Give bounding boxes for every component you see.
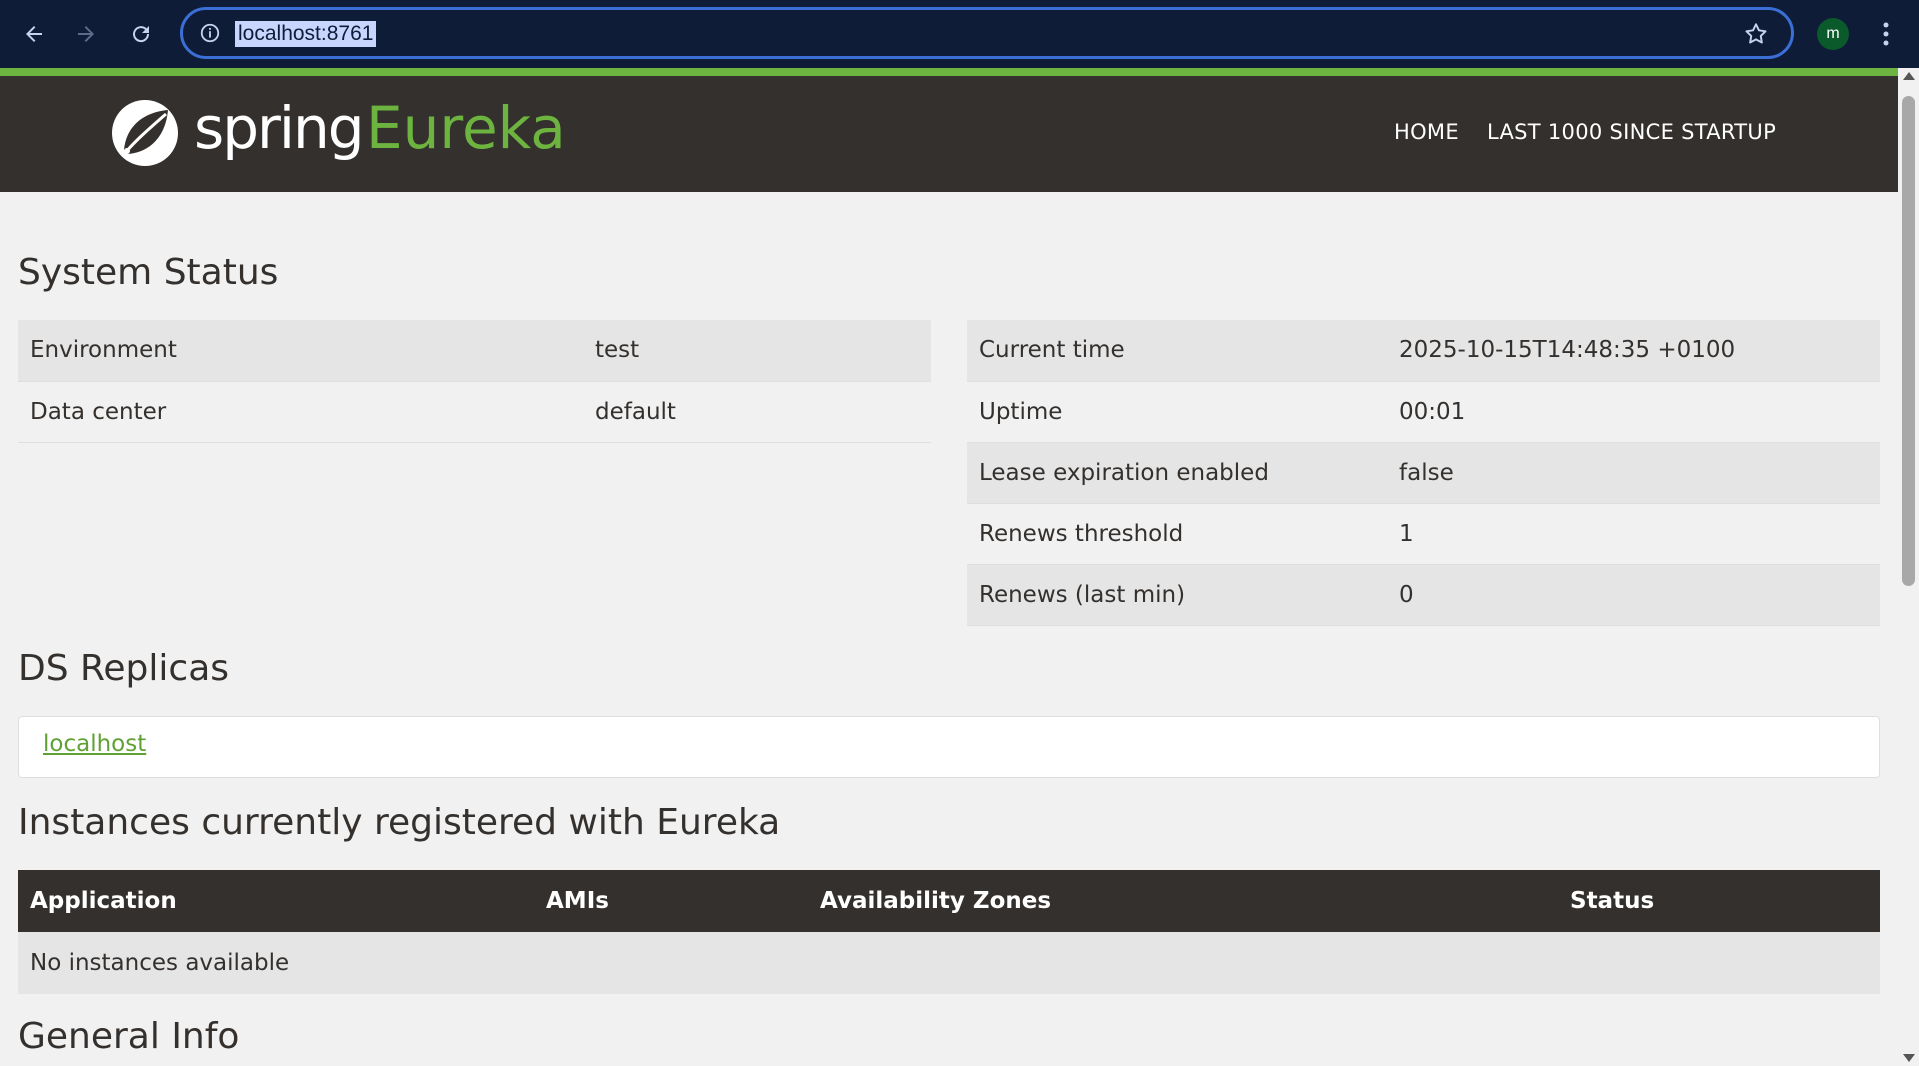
table-row: Renews (last min) 0 bbox=[967, 564, 1880, 626]
system-status-title: System Status bbox=[18, 252, 279, 293]
status-key: Renews (last min) bbox=[967, 564, 1387, 626]
table-row: Renews threshold 1 bbox=[967, 503, 1880, 565]
status-value: false bbox=[1387, 442, 1880, 504]
reload-icon bbox=[133, 26, 150, 43]
forward-button[interactable] bbox=[66, 14, 106, 54]
instances-table: Application AMIs Availability Zones Stat… bbox=[18, 870, 1880, 994]
status-value: 00:01 bbox=[1387, 381, 1880, 443]
spring-leaf-icon bbox=[112, 100, 178, 166]
header-accent-bar bbox=[0, 68, 1898, 76]
reload-button[interactable] bbox=[121, 14, 161, 54]
table-header-row: Application AMIs Availability Zones Stat… bbox=[18, 870, 1880, 932]
status-key: Data center bbox=[18, 381, 583, 443]
table-row: Lease expiration enabled false bbox=[967, 442, 1880, 504]
nav-last-1000-link[interactable]: LAST 1000 SINCE STARTUP bbox=[1487, 120, 1776, 144]
status-value: 2025-10-15T14:48:35 +0100 bbox=[1387, 320, 1880, 382]
info-icon[interactable] bbox=[199, 22, 221, 44]
replica-link[interactable]: localhost bbox=[43, 731, 146, 757]
scroll-down-arrow-icon[interactable] bbox=[1903, 1054, 1915, 1062]
scroll-thumb[interactable] bbox=[1902, 96, 1915, 586]
column-header-availability-zones: Availability Zones bbox=[808, 870, 1558, 932]
logo-eureka-text: Eureka bbox=[366, 94, 566, 162]
table-row: Environment test bbox=[18, 320, 931, 382]
profile-avatar[interactable]: m bbox=[1817, 18, 1849, 50]
empty-state-text: No instances available bbox=[18, 932, 1880, 994]
browser-toolbar: localhost:8761 m bbox=[0, 0, 1919, 68]
system-status-left-table: Environment test Data center default bbox=[18, 320, 931, 443]
status-key: Uptime bbox=[967, 381, 1387, 443]
instances-title: Instances currently registered with Eure… bbox=[18, 802, 781, 843]
vertical-scrollbar[interactable] bbox=[1898, 68, 1919, 1066]
status-key: Renews threshold bbox=[967, 503, 1387, 565]
arrow-right-icon bbox=[78, 26, 94, 42]
table-row: Data center default bbox=[18, 381, 931, 443]
column-header-status: Status bbox=[1558, 870, 1880, 932]
status-key: Current time bbox=[967, 320, 1387, 382]
general-info-title: General Info bbox=[18, 1016, 240, 1057]
column-header-application: Application bbox=[18, 870, 534, 932]
star-icon[interactable] bbox=[1743, 21, 1769, 47]
scroll-up-arrow-icon[interactable] bbox=[1903, 72, 1915, 80]
back-button[interactable] bbox=[14, 14, 54, 54]
ds-replicas-title: DS Replicas bbox=[18, 648, 230, 689]
status-value: test bbox=[583, 320, 931, 382]
column-header-amis: AMIs bbox=[534, 870, 808, 932]
arrow-left-icon bbox=[26, 26, 42, 42]
system-status-right-table: Current time 2025-10-15T14:48:35 +0100 U… bbox=[967, 320, 1880, 626]
status-key: Lease expiration enabled bbox=[967, 442, 1387, 504]
status-key: Environment bbox=[18, 320, 583, 382]
address-bar[interactable]: localhost:8761 bbox=[180, 7, 1794, 59]
nav-home-link[interactable]: HOME bbox=[1394, 120, 1459, 144]
status-value: 1 bbox=[1387, 503, 1880, 565]
table-row: Current time 2025-10-15T14:48:35 +0100 bbox=[967, 320, 1880, 382]
status-value: default bbox=[583, 381, 931, 443]
url-text[interactable]: localhost:8761 bbox=[235, 21, 377, 47]
ds-replicas-panel: localhost bbox=[18, 716, 1880, 778]
table-row: Uptime 00:01 bbox=[967, 381, 1880, 443]
page-header: spring Eureka HOME LAST 1000 SINCE START… bbox=[0, 76, 1898, 192]
status-value: 0 bbox=[1387, 564, 1880, 626]
table-row: No instances available bbox=[18, 932, 1880, 994]
kebab-menu-icon[interactable] bbox=[1874, 16, 1898, 52]
logo-spring-text: spring bbox=[194, 94, 365, 162]
